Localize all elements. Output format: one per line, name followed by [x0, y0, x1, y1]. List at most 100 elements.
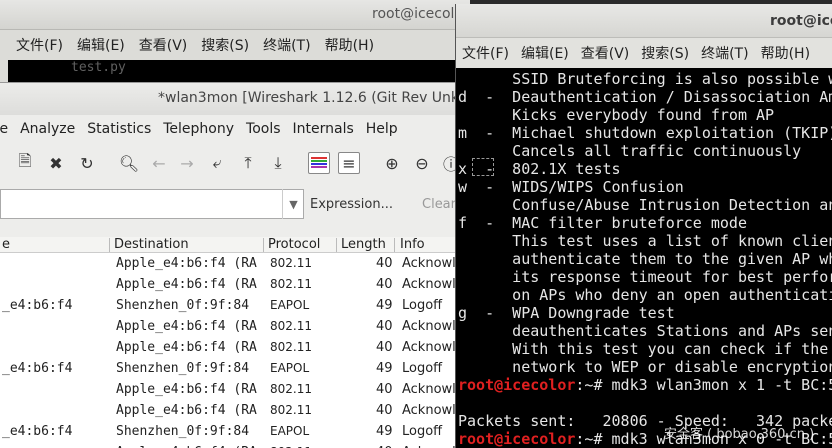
packet-source: _e4:b6:f4 [2, 424, 73, 439]
save-file-icon[interactable]: 🗎 [14, 151, 36, 174]
packet-source: _e4:b6:f4 [2, 298, 73, 313]
packet-length: 40 [376, 403, 393, 418]
front-terminal-title: root@ice [770, 13, 832, 29]
packet-info: Logoff [402, 361, 443, 376]
col-length-header[interactable]: Length [341, 237, 386, 252]
packet-row[interactable]: Apple_e4:b6:f4 (RA802.1140Acknowledgemen… [0, 442, 522, 448]
zoom-out-icon[interactable]: ⊖ [411, 152, 433, 174]
terminal-screen[interactable]: SSID Bruteforcing is also possible wd - … [456, 68, 832, 448]
terminal-line: f - MAC filter bruteforce mode [458, 214, 747, 232]
menu-help[interactable]: 帮助(H) [325, 35, 374, 55]
packet-destination: Apple_e4:b6:f4 (RA [116, 319, 257, 334]
packet-destination: Shenzhen_0f:9f:84 [116, 361, 250, 376]
menu-statistics[interactable]: Statistics [87, 121, 151, 137]
terminal-line: Confuse/Abuse Intrusion Detection an [458, 196, 832, 214]
menu-file[interactable]: 文件(F) [462, 43, 509, 63]
menu-search[interactable]: 搜索(S) [201, 35, 249, 55]
menu-help[interactable]: 帮助(H) [761, 43, 810, 63]
go-back-icon[interactable]: ← [148, 152, 170, 174]
packet-length: 49 [376, 424, 393, 439]
close-file-icon[interactable]: ✖ [45, 152, 67, 174]
packet-row[interactable]: Apple_e4:b6:f4 (RA802.1140Acknowledgemen… [0, 253, 522, 274]
terminal-line: SSID Bruteforcing is also possible w [458, 70, 832, 88]
packet-row[interactable]: Apple_e4:b6:f4 (RA802.1140Acknowledgemen… [0, 274, 522, 295]
back-terminal-text: test.py [71, 60, 126, 75]
packet-destination: Apple_e4:b6:f4 (RA [116, 340, 257, 355]
go-first-icon[interactable]: ⤒ [237, 152, 259, 174]
clear-button[interactable]: Clear [422, 197, 456, 212]
packet-length: 40 [376, 256, 393, 271]
packet-length: 49 [376, 298, 393, 313]
packet-info: Logoff [402, 424, 443, 439]
go-last-icon[interactable]: ⤓ [267, 152, 289, 174]
packet-row[interactable]: _e4:b6:f4 Shenzhen_0f:9f:84 EAPOL 49 Logoff [0, 358, 470, 379]
wireshark-menubar: re Analyze Statistics Telephony Tools In… [0, 115, 470, 143]
menu-tools[interactable]: Tools [246, 121, 281, 137]
packet-length: 40 [376, 277, 393, 292]
filter-dropdown-icon[interactable]: ▼ [282, 189, 304, 219]
reload-icon[interactable]: ↻ [76, 152, 98, 174]
prompt-rest: :~# mdk3 wlan3mon x 1 -t BC:5 [575, 376, 832, 394]
terminal-line: on APs who deny an open authenticati [458, 286, 832, 304]
back-terminal-screen[interactable]: test.py [8, 60, 470, 84]
back-terminal-window[interactable]: root@icecolo 文件(F) 编辑(E) 查看(V) 搜索(S) 终端(… [0, 0, 470, 90]
front-terminal-titlebar[interactable]: root@ice [456, 4, 832, 38]
packet-row[interactable]: _e4:b6:f4 Shenzhen_0f:9f:84 EAPOL 49 Logoff [0, 295, 470, 316]
packet-length: 40 [376, 340, 393, 355]
packet-protocol: 802.11 [270, 319, 312, 333]
back-terminal-menubar: 文件(F) 编辑(E) 查看(V) 搜索(S) 终端(T) 帮助(H) [0, 30, 470, 60]
col-source-header[interactable]: e [2, 237, 10, 252]
terminal-line: x - 802.1X tests [458, 160, 621, 178]
packet-row[interactable]: Apple_e4:b6:f4 (RA802.1140Acknowledgemen… [0, 379, 522, 400]
col-protocol-header[interactable]: Protocol [268, 237, 320, 252]
wireshark-toolbar: 🗎 ✖ ↻ 🔍︎ ← → ⤶ ⤒ ⤓ ≡ ⊕ ⊖ ⓘ [0, 143, 470, 185]
wireshark-titlebar[interactable]: *wlan3mon [Wireshark 1.12.6 (Git Rev Unk… [0, 83, 497, 115]
packet-row[interactable]: Apple_e4:b6:f4 (RA802.1140Acknowledgemen… [0, 316, 522, 337]
find-packet-icon[interactable]: 🔍︎ [118, 152, 140, 174]
menu-view[interactable]: 查看(V) [581, 43, 630, 63]
menu-edit[interactable]: 编辑(E) [521, 43, 569, 63]
menu-search[interactable]: 搜索(S) [641, 43, 689, 63]
prompt-host: icecolor [503, 376, 576, 394]
packet-row[interactable]: Apple_e4:b6:f4 (RA802.1140Acknowledgemen… [0, 337, 522, 358]
terminal-line: Kicks everybody found from AP [458, 106, 775, 124]
auto-scroll-icon[interactable]: ≡ [338, 152, 360, 174]
display-filter-input[interactable] [0, 189, 304, 219]
menu-internals[interactable]: Internals [293, 121, 354, 137]
packet-list[interactable]: Apple_e4:b6:f4 (RA802.1140Acknowledgemen… [0, 253, 618, 448]
menu-analyze[interactable]: Analyze [20, 121, 75, 137]
packet-destination: Apple_e4:b6:f4 (RA [116, 403, 257, 418]
menu-edit[interactable]: 编辑(E) [77, 35, 125, 55]
packet-destination: Shenzhen_0f:9f:84 [116, 298, 250, 313]
zoom-in-icon[interactable]: ⊕ [381, 152, 403, 174]
expression-button[interactable]: Expression... [310, 197, 393, 212]
menu-help[interactable]: Help [366, 121, 398, 137]
front-terminal-window[interactable]: root@ice 文件(F) 编辑(E) 查看(V) 搜索(S) 终端(T) 帮… [455, 4, 832, 448]
wireshark-window[interactable]: *wlan3mon [Wireshark 1.12.6 (Git Rev Unk… [0, 82, 618, 448]
menu-capture-partial[interactable]: re [0, 121, 8, 137]
terminal-line: With this test you can check if the [458, 340, 829, 358]
packet-protocol: 802.11 [270, 403, 312, 417]
terminal-line: network to WEP or disable encryption [458, 358, 832, 376]
packet-row[interactable]: _e4:b6:f4 Shenzhen_0f:9f:84 EAPOL 49 Logoff [0, 421, 470, 442]
packet-protocol: EAPOL [270, 361, 310, 375]
terminal-line: w - WIDS/WIPS Confusion [458, 178, 684, 196]
packet-row[interactable]: Apple_e4:b6:f4 (RA802.1140Acknowledgemen… [0, 400, 618, 421]
menu-file[interactable]: 文件(F) [16, 35, 63, 55]
menu-telephony[interactable]: Telephony [163, 121, 234, 137]
packet-protocol: 802.11 [270, 382, 312, 396]
go-forward-icon[interactable]: → [176, 152, 198, 174]
prompt-host: icecolor [503, 430, 576, 448]
packet-protocol: 802.11 [270, 277, 312, 291]
terminal-line: deauthenticates Stations and APs sen [458, 322, 832, 340]
col-info-header[interactable]: Info [400, 237, 425, 252]
menu-terminal[interactable]: 终端(T) [263, 35, 310, 55]
col-destination-header[interactable]: Destination [114, 237, 189, 252]
back-terminal-titlebar[interactable]: root@icecolo [0, 0, 470, 30]
menu-view[interactable]: 查看(V) [139, 35, 188, 55]
colorize-icon[interactable] [308, 152, 330, 174]
menu-terminal[interactable]: 终端(T) [701, 43, 748, 63]
go-to-packet-icon[interactable]: ⤶ [206, 152, 228, 174]
packet-protocol: 802.11 [270, 340, 312, 354]
packet-length: 40 [376, 382, 393, 397]
